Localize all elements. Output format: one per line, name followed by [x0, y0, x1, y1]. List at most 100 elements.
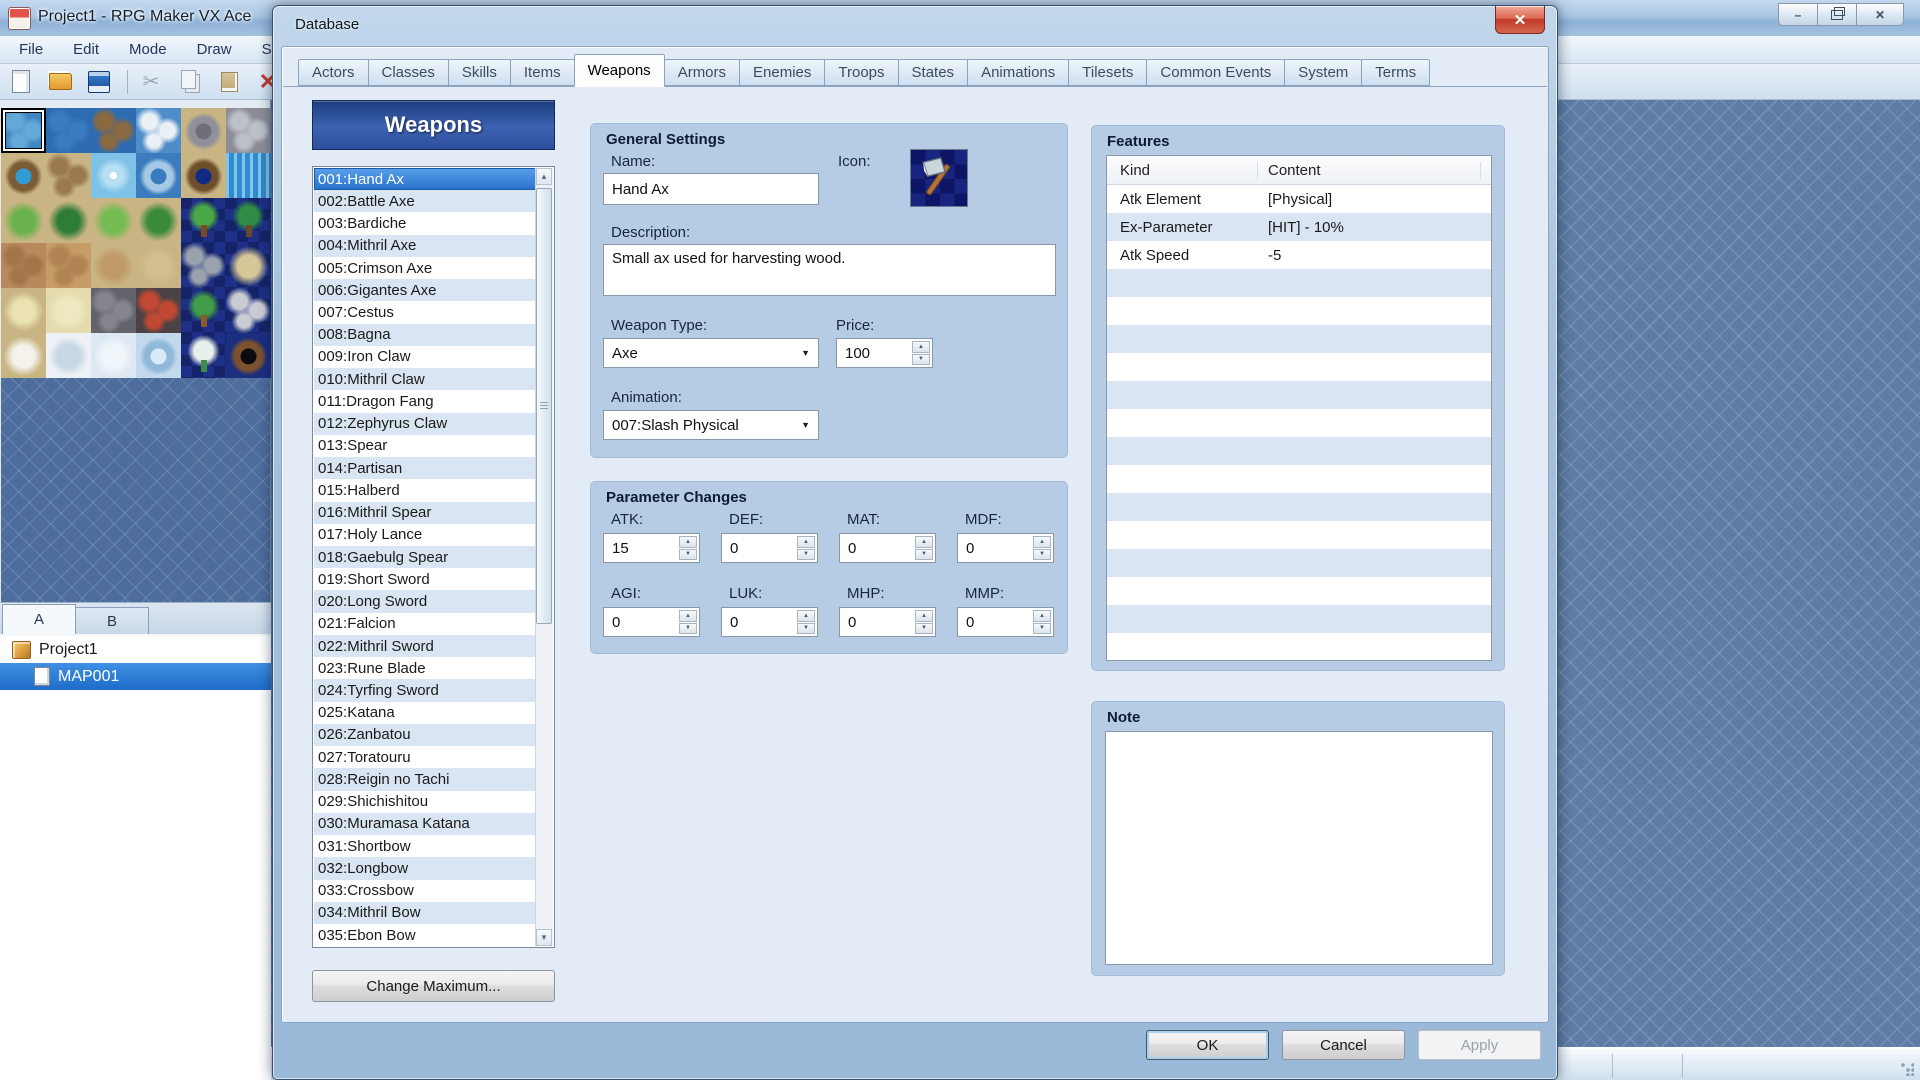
weapon-list-item[interactable]: 005:Crimson Axe — [314, 257, 536, 279]
tile-deep-sea[interactable] — [46, 108, 91, 153]
tab-skills[interactable]: Skills — [448, 59, 511, 86]
new-file-icon[interactable] — [8, 69, 34, 95]
weapon-list-item[interactable]: 022:Mithril Sword — [314, 635, 536, 657]
tile-grass-patch-2[interactable] — [91, 198, 136, 243]
tile-cobblestone[interactable] — [1, 243, 46, 288]
feature-row-empty[interactable] — [1107, 353, 1491, 381]
tile-sand-puff[interactable] — [226, 243, 271, 288]
tile-water-pit[interactable] — [181, 153, 226, 198]
close-button[interactable]: ✕ — [1856, 3, 1904, 26]
features-table[interactable]: Kind Content Atk Element[Physical]Ex-Par… — [1106, 155, 1492, 661]
minimize-button[interactable]: – — [1778, 3, 1818, 26]
feature-row-empty[interactable] — [1107, 493, 1491, 521]
tile-cracked-dirt[interactable] — [46, 243, 91, 288]
layer-tab-a[interactable]: A — [2, 604, 76, 634]
tile-gray-branches[interactable] — [226, 108, 271, 153]
feature-row-empty[interactable] — [1107, 633, 1491, 661]
spin-down-icon[interactable]: ▼ — [797, 549, 815, 561]
spin-up-icon[interactable]: ▲ — [679, 610, 697, 622]
change-maximum-button[interactable]: Change Maximum... — [312, 970, 555, 1002]
tab-animations[interactable]: Animations — [967, 59, 1069, 86]
feature-row-empty[interactable] — [1107, 605, 1491, 633]
spin-down-icon[interactable]: ▼ — [912, 354, 930, 366]
spin-down-icon[interactable]: ▼ — [1033, 549, 1051, 561]
layer-tab-b[interactable]: B — [75, 607, 149, 634]
scrollbar-thumb[interactable] — [536, 188, 552, 624]
spin-up-icon[interactable]: ▲ — [912, 341, 930, 353]
tile-ice-swirl[interactable] — [136, 333, 181, 378]
tile-dirt-patch[interactable] — [91, 243, 136, 288]
tab-troops[interactable]: Troops — [824, 59, 898, 86]
tile-dark-bush[interactable] — [46, 198, 91, 243]
spin-down-icon[interactable]: ▼ — [679, 549, 697, 561]
paste-icon[interactable] — [216, 69, 242, 95]
weapon-list-item[interactable]: 035:Ebon Bow — [314, 924, 536, 946]
weapon-type-select[interactable]: Axe ▼ — [603, 338, 819, 368]
feature-row-empty[interactable] — [1107, 577, 1491, 605]
tile-clouds[interactable] — [136, 108, 181, 153]
tile-shallow-sparkle[interactable] — [91, 153, 136, 198]
weapon-list-item[interactable]: 006:Gigantes Axe — [314, 279, 536, 301]
weapon-list-item[interactable]: 034:Mithril Bow — [314, 902, 536, 924]
spin-down-icon[interactable]: ▼ — [797, 623, 815, 635]
param-spinner-mmp[interactable]: 0▲▼ — [957, 607, 1054, 637]
weapon-list-item[interactable]: 033:Crossbow — [314, 880, 536, 902]
spin-up-icon[interactable]: ▲ — [797, 610, 815, 622]
spin-down-icon[interactable]: ▼ — [915, 623, 933, 635]
tab-weapons[interactable]: Weapons — [574, 54, 665, 87]
copy-icon[interactable] — [177, 69, 203, 95]
feature-row-empty[interactable] — [1107, 437, 1491, 465]
animation-select[interactable]: 007:Slash Physical ▼ — [603, 410, 819, 440]
spin-down-icon[interactable]: ▼ — [915, 549, 933, 561]
price-spinner[interactable]: 100 ▲▼ — [836, 338, 933, 368]
feature-row-empty[interactable] — [1107, 549, 1491, 577]
weapon-list-item[interactable]: 010:Mithril Claw — [314, 368, 536, 390]
feature-row-empty[interactable] — [1107, 297, 1491, 325]
param-spinner-mhp[interactable]: 0▲▼ — [839, 607, 936, 637]
description-input[interactable]: Small ax used for harvesting wood. — [603, 244, 1056, 296]
tile-whirlpool[interactable] — [136, 153, 181, 198]
tile-rock-island[interactable] — [46, 153, 91, 198]
weapon-list-item[interactable]: 008:Bagna — [314, 324, 536, 346]
tile-rubble[interactable] — [91, 288, 136, 333]
menu-draw[interactable]: Draw — [182, 38, 247, 61]
feature-row-empty[interactable] — [1107, 325, 1491, 353]
weapon-listbox[interactable]: 001:Hand Ax002:Battle Axe003:Bardiche004… — [312, 166, 555, 948]
weapon-list-item[interactable]: 020:Long Sword — [314, 590, 536, 612]
tile-grass-patch[interactable] — [1, 198, 46, 243]
scroll-down-icon[interactable]: ▼ — [536, 929, 552, 946]
dialog-close-button[interactable]: ✕ — [1495, 6, 1545, 34]
weapon-list-item[interactable]: 025:Katana — [314, 702, 536, 724]
feature-row-empty[interactable] — [1107, 381, 1491, 409]
tab-armors[interactable]: Armors — [664, 59, 740, 86]
weapon-list-item[interactable]: 019:Short Sword — [314, 568, 536, 590]
weapon-list-item[interactable]: 009:Iron Claw — [314, 346, 536, 368]
weapon-list-item[interactable]: 011:Dragon Fang — [314, 390, 536, 412]
tile-island-cluster[interactable] — [91, 108, 136, 153]
save-icon[interactable] — [86, 69, 112, 95]
weapon-list-item[interactable]: 021:Falcion — [314, 613, 536, 635]
weapon-list-item[interactable]: 014:Partisan — [314, 457, 536, 479]
tab-items[interactable]: Items — [510, 59, 575, 86]
tile-pale-ground[interactable] — [46, 288, 91, 333]
tab-actors[interactable]: Actors — [298, 59, 369, 86]
weapon-list-item[interactable]: 024:Tyrfing Sword — [314, 679, 536, 701]
weapon-list-item[interactable]: 003:Bardiche — [314, 212, 536, 234]
tile-palm-tree[interactable] — [181, 288, 226, 333]
tile-ice-rock[interactable] — [46, 333, 91, 378]
weapon-list-item[interactable]: 001:Hand Ax — [314, 168, 536, 190]
restore-button[interactable] — [1817, 3, 1857, 26]
feature-row-empty[interactable] — [1107, 269, 1491, 297]
tile-crater[interactable] — [181, 108, 226, 153]
weapon-list-item[interactable]: 027:Toratouru — [314, 746, 536, 768]
param-spinner-agi[interactable]: 0▲▼ — [603, 607, 700, 637]
spin-up-icon[interactable]: ▲ — [915, 536, 933, 548]
weapon-list-item[interactable]: 023:Rune Blade — [314, 657, 536, 679]
feature-row-empty[interactable] — [1107, 521, 1491, 549]
weapon-list-item[interactable]: 028:Reigin no Tachi — [314, 768, 536, 790]
spin-down-icon[interactable]: ▼ — [679, 623, 697, 635]
feature-row[interactable]: Atk Element[Physical] — [1107, 185, 1491, 213]
weapon-list-item[interactable]: 030:Muramasa Katana — [314, 813, 536, 835]
tile-pine-tree[interactable] — [226, 198, 271, 243]
spin-up-icon[interactable]: ▲ — [1033, 536, 1051, 548]
